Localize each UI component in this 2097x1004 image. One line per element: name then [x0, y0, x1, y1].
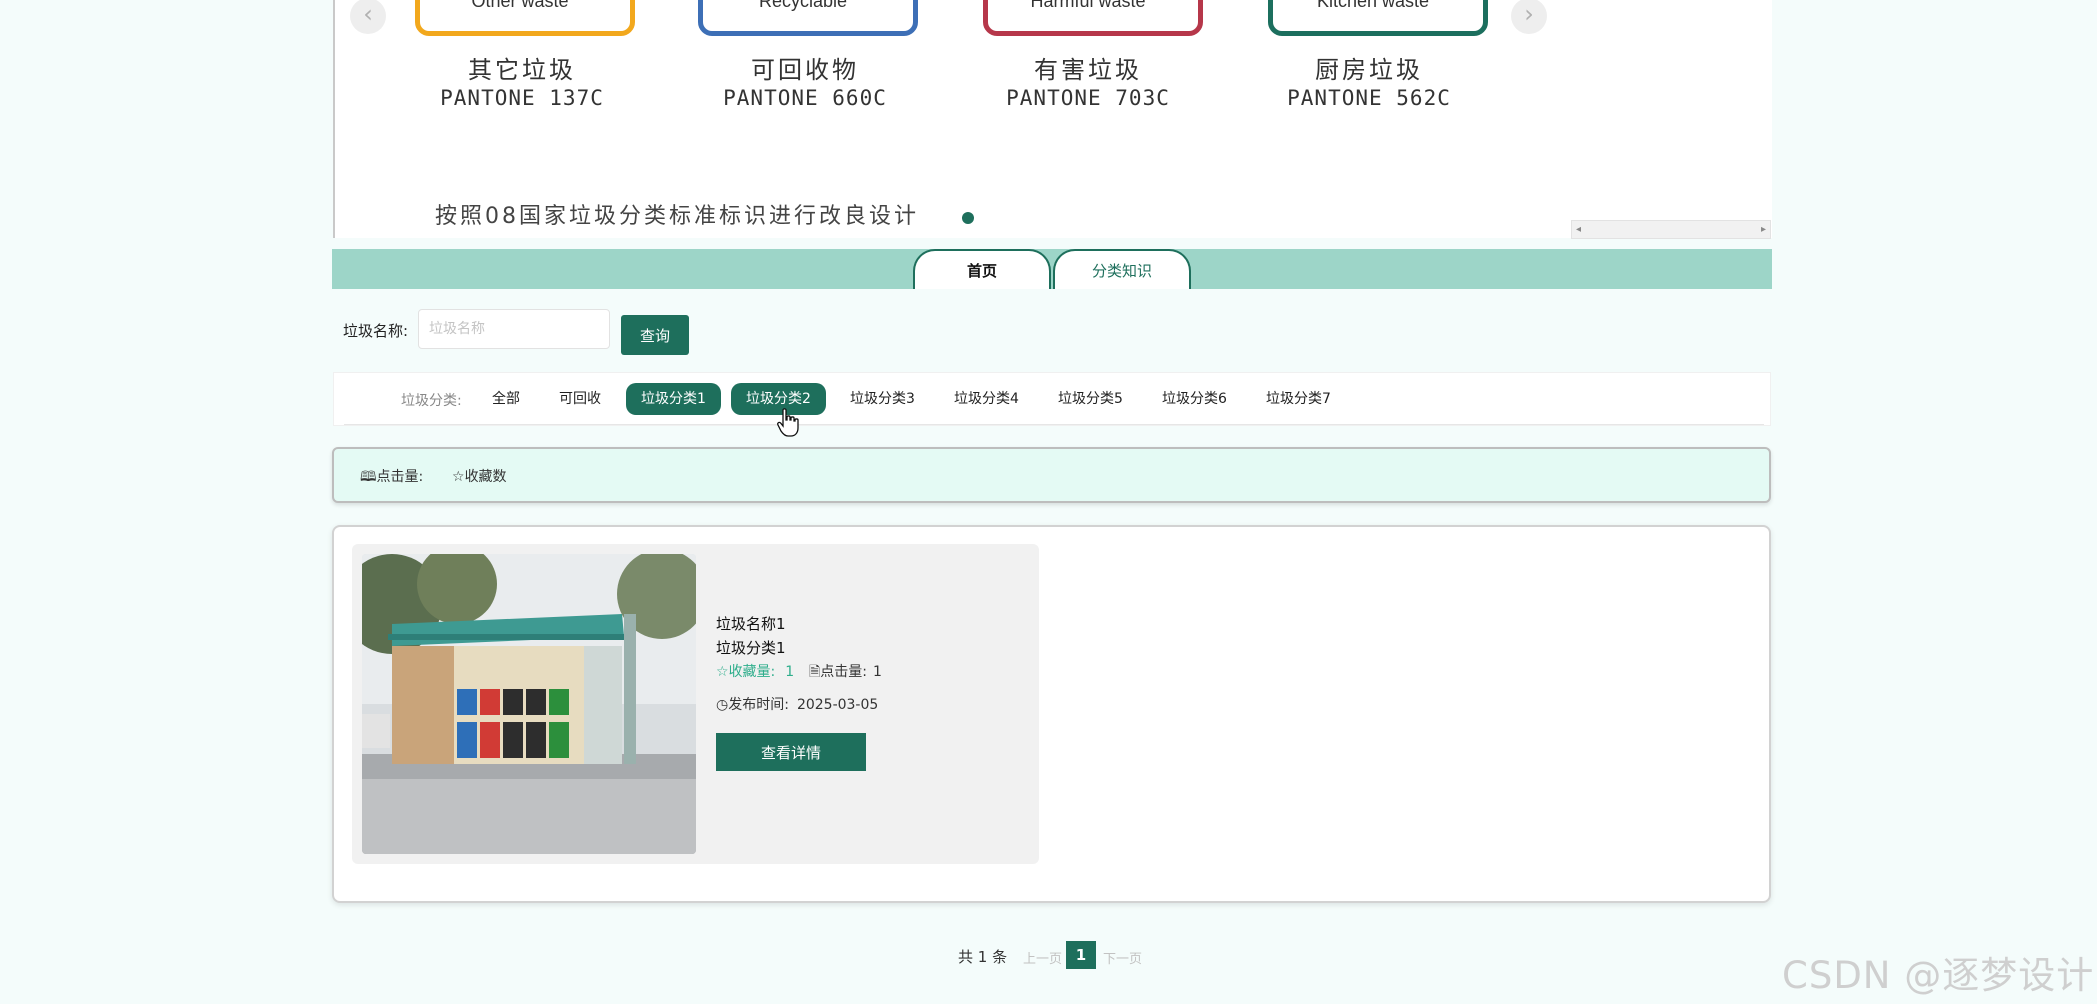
garbage-station-image[interactable] [362, 554, 696, 854]
filter-item-recyclable[interactable]: 可回收 [544, 383, 616, 415]
watermark: CSDN @逐梦设计 [1782, 954, 2095, 997]
publish-date: 2025-03-05 [796, 697, 879, 713]
scroll-right-icon[interactable]: ▸ [1761, 221, 1766, 238]
sort-favorites-label: 收藏数 [464, 469, 507, 485]
book-icon: 🕮 [360, 469, 377, 485]
document-icon: 🗎 [809, 664, 821, 680]
bin-pantone-code: PANTONE 137C [440, 86, 604, 110]
view-details-button[interactable]: 查看详情 [716, 733, 866, 771]
filter-item-category-6[interactable]: 垃圾分类6 [1147, 383, 1242, 415]
result-card[interactable]: 垃圾名称1 垃圾分类1 ☆收藏量: 1 🗎点击量: 1 ◷发布时间: 2025-03-… [352, 544, 1039, 864]
category-filter: 垃圾分类: 全部 可回收 垃圾分类1 垃圾分类2 垃圾分类3 垃圾分类4 垃圾分… [333, 372, 1771, 426]
carousel-next-button[interactable]: › [1511, 0, 1547, 34]
result-clicks: 🗎点击量: 1 [809, 661, 882, 685]
filter-item-category-7[interactable]: 垃圾分类7 [1251, 383, 1346, 415]
bin-english-label: Recyclable [758, 0, 848, 11]
hand-cursor-icon [777, 408, 799, 437]
filter-label: 垃圾分类: [401, 393, 462, 409]
clicks-label: 点击量: [820, 664, 867, 680]
bin-pantone-code: PANTONE 703C [1006, 86, 1170, 110]
sort-by-clicks[interactable]: 🕮点击量: [360, 466, 423, 490]
side-panel [1570, 0, 1772, 238]
horizontal-scrollbar[interactable]: ◂ ▸ [1571, 220, 1771, 239]
scroll-left-icon[interactable]: ◂ [1576, 221, 1581, 238]
bin-english-label: Other waste [471, 0, 569, 11]
bin-chinese-label: 可回收物 [751, 56, 859, 84]
result-publish-time: ◷发布时间: 2025-03-05 [716, 694, 878, 714]
clock-icon: ◷ [716, 697, 729, 713]
sort-bar: 🕮点击量: ☆收藏数 [332, 447, 1771, 503]
filter-item-all[interactable]: 全部 [477, 383, 535, 415]
filter-item-category-4[interactable]: 垃圾分类4 [939, 383, 1034, 415]
publish-label: 发布时间: [728, 697, 789, 713]
page-number-current[interactable]: 1 [1066, 941, 1096, 969]
filter-item-category-1[interactable]: 垃圾分类1 [626, 383, 721, 415]
sort-by-favorites[interactable]: ☆收藏数 [452, 466, 507, 486]
favorites-count: 1 [785, 664, 795, 680]
star-icon: ☆ [716, 664, 729, 680]
bin-english-label: Kitchen waste [1316, 0, 1430, 11]
prev-page-button[interactable]: 上一页 [1023, 948, 1062, 967]
carousel-prev-button[interactable]: ‹ [350, 0, 386, 34]
filter-item-category-3[interactable]: 垃圾分类3 [835, 383, 930, 415]
bin-pantone-code: PANTONE 660C [723, 86, 887, 110]
chevron-left-icon: ‹ [363, 0, 373, 28]
bin-english-label: Harmful waste [1030, 0, 1146, 11]
total-count: 共 1 条 [958, 948, 1008, 966]
banner-caption: 按照08国家垃圾分类标准标识进行改良设计 [435, 204, 919, 229]
tab-classification-knowledge[interactable]: 分类知识 [1053, 249, 1191, 289]
carousel-indicator-dot[interactable] [962, 212, 974, 224]
favorites-label: 收藏量: [728, 664, 776, 680]
search-button[interactable]: 查询 [621, 315, 689, 355]
bin-pantone-code: PANTONE 562C [1287, 86, 1451, 110]
result-favorites: ☆收藏量: 1 [716, 661, 794, 681]
result-name: 垃圾名称1 [716, 615, 786, 633]
chevron-right-icon: › [1524, 0, 1534, 28]
sort-clicks-label: 点击量: [376, 469, 424, 485]
results-panel: 垃圾名称1 垃圾分类1 ☆收藏量: 1 🗎点击量: 1 ◷发布时间: 2025-03-… [332, 525, 1771, 903]
clicks-count: 1 [872, 664, 882, 680]
search-label: 垃圾名称: [343, 322, 409, 340]
banner-carousel: ‹ Other waste 其它垃圾 PANTONE 137C Recyclab… [333, 0, 1572, 238]
bin-chinese-label: 有害垃圾 [1034, 56, 1142, 84]
search-input[interactable] [418, 309, 610, 349]
garbage-station-photo [362, 554, 696, 854]
tab-home[interactable]: 首页 [913, 249, 1051, 289]
main-nav: 首页 分类知识 [332, 249, 1772, 289]
result-category: 垃圾分类1 [716, 639, 786, 657]
filter-item-category-5[interactable]: 垃圾分类5 [1043, 383, 1138, 415]
bin-chinese-label: 厨房垃圾 [1315, 56, 1423, 84]
bin-chinese-label: 其它垃圾 [468, 56, 576, 84]
next-page-button[interactable]: 下一页 [1103, 948, 1142, 967]
star-icon: ☆ [452, 469, 465, 485]
filter-divider [344, 424, 1764, 425]
